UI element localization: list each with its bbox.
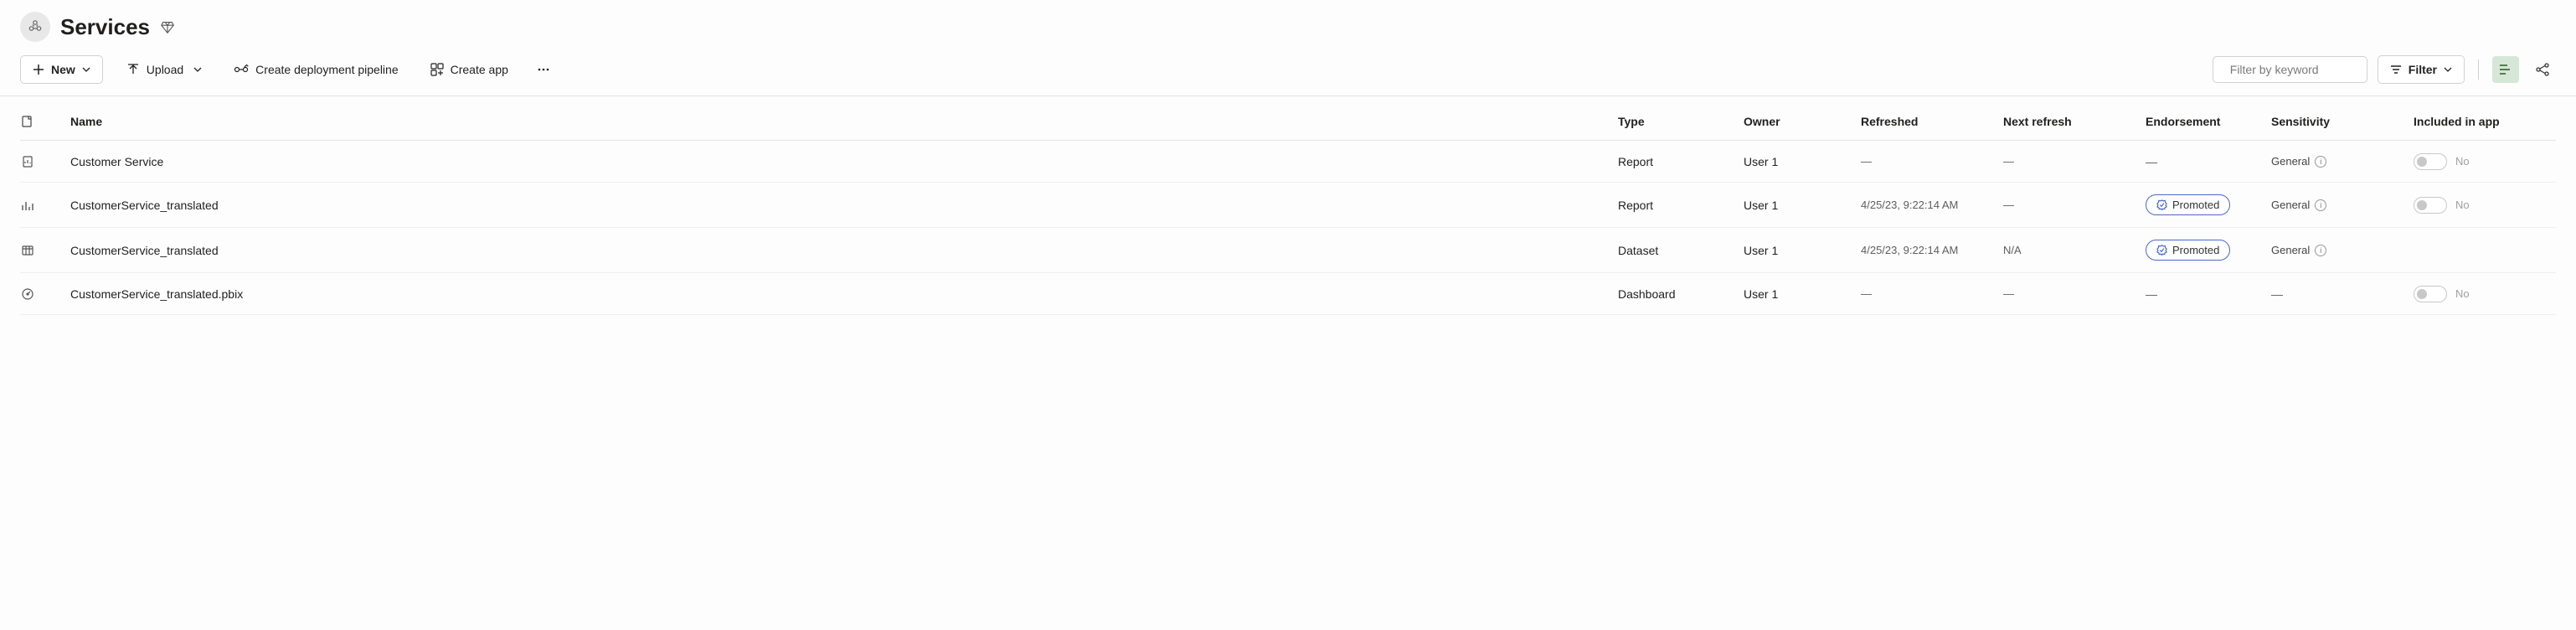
included-toggle[interactable]: [2414, 153, 2447, 170]
toolbar-divider: [2478, 59, 2479, 80]
dashboard-icon: [20, 287, 35, 302]
col-included[interactable]: Included in app: [2414, 115, 2556, 128]
search-input-wrap[interactable]: [2213, 56, 2367, 83]
create-app-button[interactable]: Create app: [422, 56, 517, 83]
table-row[interactable]: CustomerService_translated.pbixDashboard…: [20, 273, 2556, 315]
item-next-refresh: —: [2003, 155, 2146, 168]
info-icon[interactable]: i: [2315, 156, 2326, 168]
item-type: Report: [1618, 155, 1744, 168]
lineage-view-button[interactable]: [2529, 56, 2556, 83]
app-grid-icon: [430, 63, 444, 76]
filter-button[interactable]: Filter: [2378, 55, 2465, 84]
pipeline-label: Create deployment pipeline: [255, 63, 398, 76]
chevron-down-icon: [2444, 65, 2452, 74]
chevron-down-icon: [193, 65, 202, 74]
report-icon: [20, 154, 35, 169]
info-icon[interactable]: i: [2315, 245, 2326, 256]
upload-label: Upload: [147, 63, 183, 76]
item-refreshed: 4/25/23, 9:22:14 AM: [1861, 244, 2003, 256]
item-owner: User 1: [1744, 155, 1861, 168]
item-sensitivity: Generali: [2271, 244, 2414, 256]
col-sensitivity[interactable]: Sensitivity: [2271, 115, 2414, 128]
included-toggle[interactable]: [2414, 286, 2447, 302]
item-type: Report: [1618, 199, 1744, 212]
item-type: Dashboard: [1618, 287, 1744, 301]
col-next-refresh[interactable]: Next refresh: [2003, 115, 2146, 128]
list-view-icon: [2498, 62, 2513, 77]
create-app-label: Create app: [451, 63, 508, 76]
create-pipeline-button[interactable]: Create deployment pipeline: [225, 55, 406, 84]
item-name[interactable]: CustomerService_translated.pbix: [70, 287, 1618, 301]
col-owner[interactable]: Owner: [1744, 115, 1861, 128]
col-name[interactable]: Name: [70, 115, 1618, 128]
col-refreshed[interactable]: Refreshed: [1861, 115, 2003, 128]
item-included: No: [2414, 286, 2556, 302]
item-endorsement: —: [2146, 287, 2271, 301]
rosette-icon: [2156, 245, 2167, 256]
item-sensitivity: Generali: [2271, 199, 2414, 211]
col-type[interactable]: Type: [1618, 115, 1744, 128]
upload-button[interactable]: Upload: [118, 56, 210, 83]
item-included: No: [2414, 153, 2556, 170]
included-label: No: [2455, 287, 2470, 300]
item-refreshed: —: [1861, 287, 2003, 300]
included-toggle[interactable]: [2414, 197, 2447, 214]
item-endorsement: Promoted: [2146, 194, 2271, 215]
item-name[interactable]: Customer Service: [70, 155, 1618, 168]
table-row[interactable]: CustomerService_translatedReportUser 14/…: [20, 183, 2556, 228]
ellipsis-icon: [537, 63, 550, 76]
item-next-refresh: —: [2003, 199, 2146, 211]
item-name[interactable]: CustomerService_translated: [70, 244, 1618, 257]
table-row[interactable]: Customer ServiceReportUser 1———GeneraliN…: [20, 141, 2556, 183]
item-included: No: [2414, 197, 2556, 214]
item-sensitivity: —: [2271, 287, 2414, 301]
item-owner: User 1: [1744, 199, 1861, 212]
dataset-icon: [20, 243, 35, 258]
item-name[interactable]: CustomerService_translated: [70, 199, 1618, 212]
item-refreshed: —: [1861, 155, 2003, 168]
item-owner: User 1: [1744, 244, 1861, 257]
workspace-icon: [20, 12, 50, 42]
info-icon[interactable]: i: [2315, 199, 2326, 211]
item-endorsement: —: [2146, 155, 2271, 168]
pipeline-icon: [234, 62, 249, 77]
new-button-label: New: [51, 63, 75, 76]
page-title: Services: [60, 14, 150, 40]
plus-icon: [33, 64, 44, 75]
report-bar-icon: [20, 198, 35, 213]
included-label: No: [2455, 199, 2470, 211]
search-input[interactable]: [2230, 63, 2382, 76]
endorsement-pill: Promoted: [2146, 240, 2230, 261]
upload-icon: [126, 63, 140, 76]
table-row[interactable]: CustomerService_translatedDatasetUser 14…: [20, 228, 2556, 273]
col-endorsement[interactable]: Endorsement: [2146, 115, 2271, 128]
filter-icon: [2390, 64, 2402, 75]
rosette-icon: [2156, 199, 2167, 210]
item-refreshed: 4/25/23, 9:22:14 AM: [1861, 199, 2003, 211]
item-sensitivity: Generali: [2271, 155, 2414, 168]
col-icon: [20, 115, 70, 128]
premium-diamond-icon: [160, 19, 175, 34]
endorsement-pill: Promoted: [2146, 194, 2230, 215]
included-label: No: [2455, 155, 2470, 168]
filter-label: Filter: [2409, 63, 2437, 76]
item-next-refresh: N/A: [2003, 244, 2146, 256]
new-button[interactable]: New: [20, 55, 103, 84]
item-endorsement: Promoted: [2146, 240, 2271, 261]
more-actions-button[interactable]: [532, 56, 555, 83]
item-type-icon: [20, 115, 33, 128]
table-header-row: Name Type Owner Refreshed Next refresh E…: [20, 96, 2556, 141]
lineage-icon: [2535, 62, 2550, 77]
item-next-refresh: —: [2003, 287, 2146, 300]
list-view-button[interactable]: [2492, 56, 2519, 83]
item-type: Dataset: [1618, 244, 1744, 257]
chevron-down-icon: [82, 65, 90, 74]
item-owner: User 1: [1744, 287, 1861, 301]
